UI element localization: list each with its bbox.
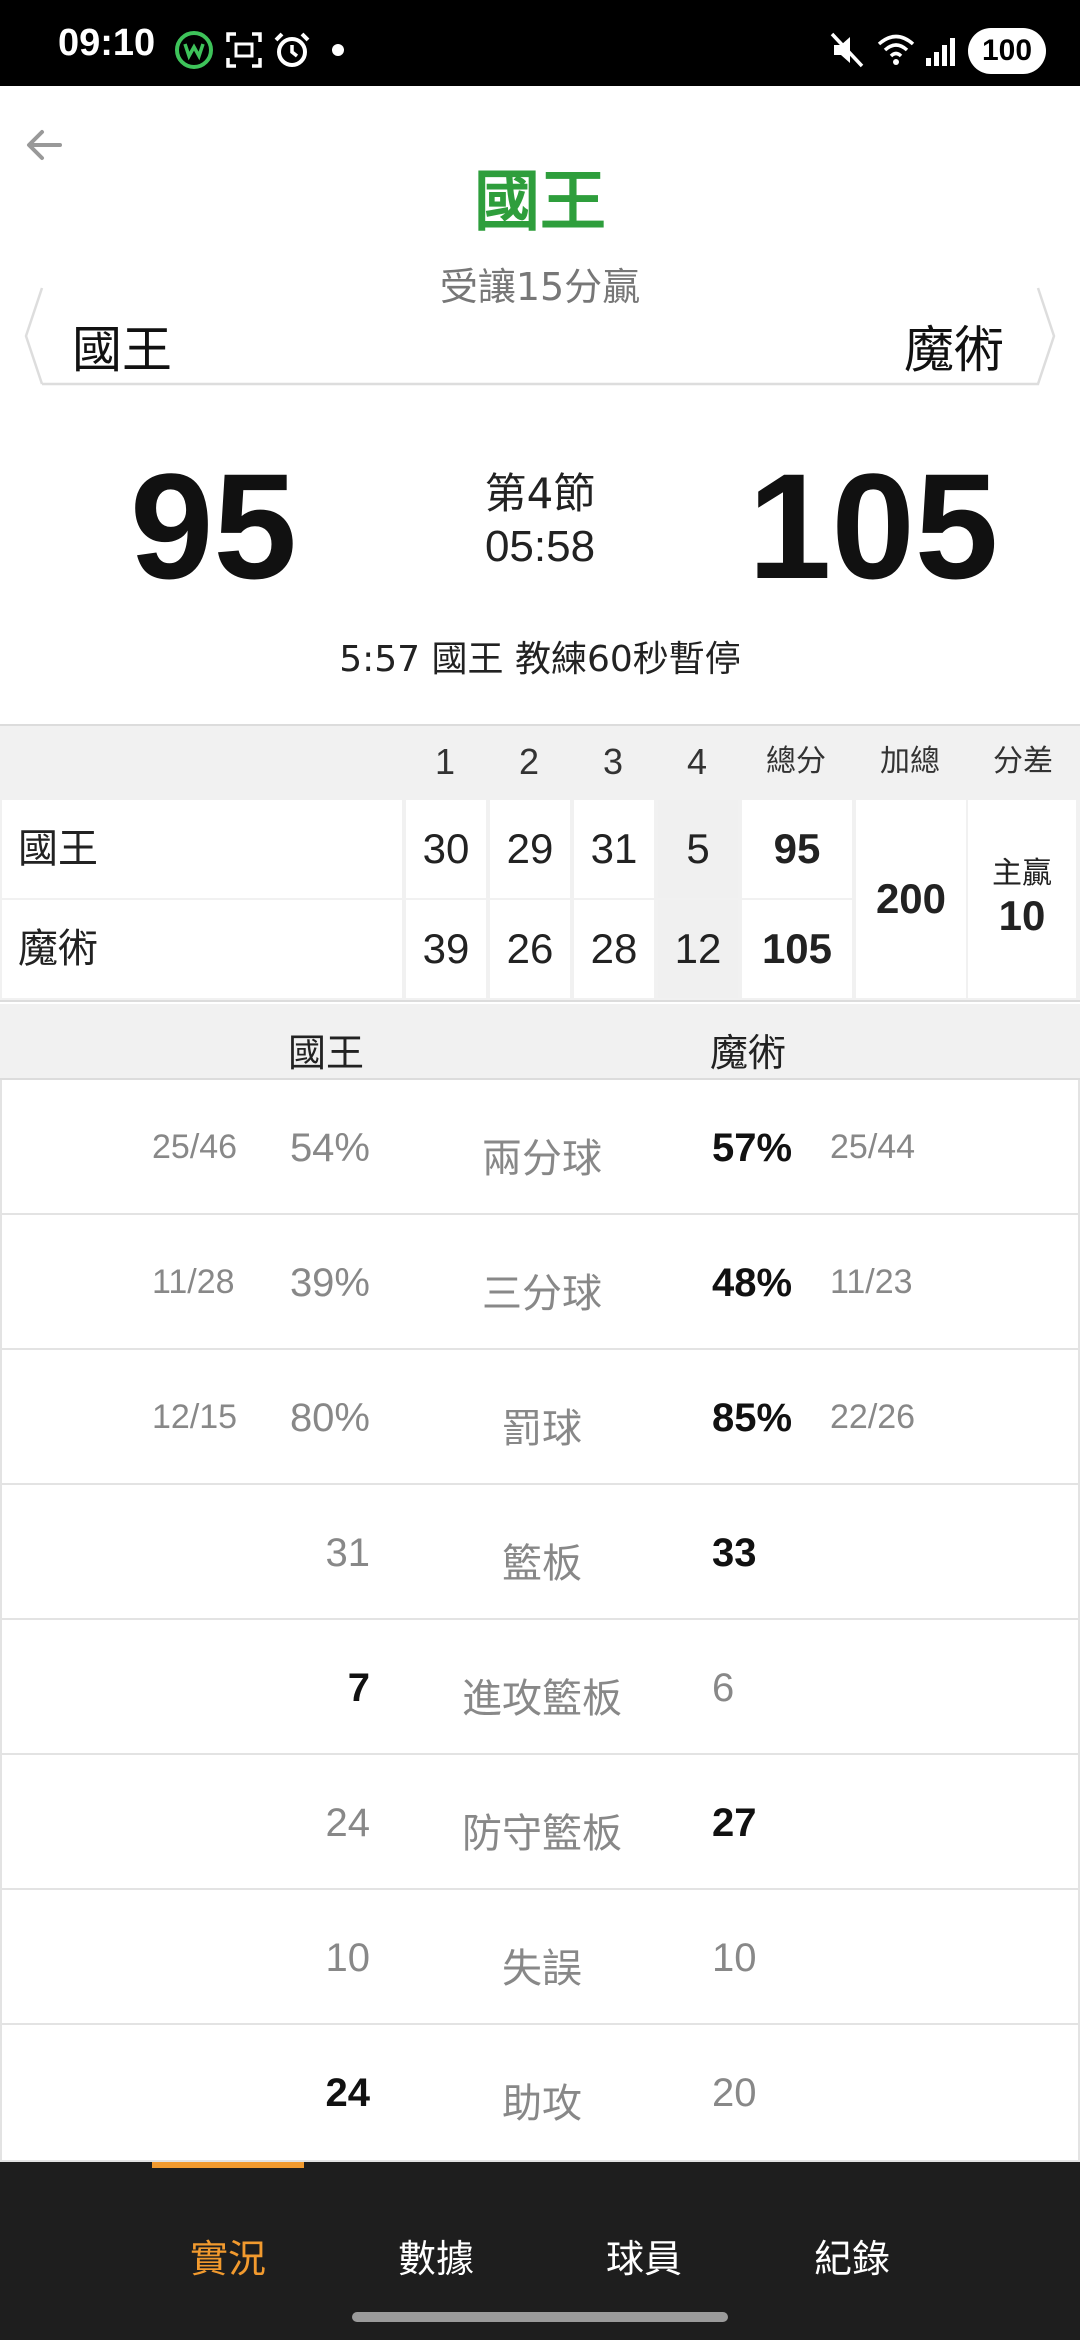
home-gesture-bar[interactable] [352, 2312, 728, 2322]
status-bar: 09:10 100 [0, 0, 1080, 86]
stat-row: 12/15 80% 罰球 85% 22/26 [0, 1350, 1080, 1485]
header-total: 總分 [766, 744, 826, 779]
header-diff: 分差 [993, 744, 1053, 779]
stat-home-fraction: 25/46 [152, 1128, 238, 1166]
stat-label: 籃板 [502, 1541, 582, 1587]
away-q4: 12 [658, 900, 738, 998]
away-score: 105 [748, 442, 999, 610]
home-total: 95 [742, 800, 852, 898]
stat-away-value: 85% [712, 1396, 793, 1440]
stats-header: 國王 魔術 [0, 1004, 1080, 1080]
stat-away-value: 48% [712, 1261, 793, 1305]
stat-label: 三分球 [482, 1271, 602, 1317]
stat-away-value: 10 [712, 1936, 757, 1980]
home-q3: 31 [574, 800, 654, 898]
winner-label: 國王 [474, 163, 606, 240]
game-clock: 05:58 [484, 522, 596, 571]
notification-dot [332, 44, 344, 56]
stat-home-fraction: 12/15 [152, 1398, 238, 1436]
stat-away-value: 27 [712, 1801, 757, 1845]
sum-value: 200 [856, 800, 966, 998]
diff-cell: 主贏 10 [968, 800, 1076, 998]
stat-home-value: 24 [325, 1801, 371, 1845]
tab-live[interactable]: 實況 [138, 2228, 318, 2283]
away-q1: 39 [406, 900, 486, 998]
stat-away-value: 57% [712, 1126, 793, 1170]
stat-row: 10 失誤 10 [0, 1890, 1080, 2025]
stat-row: 7 進攻籃板 6 [0, 1620, 1080, 1755]
stat-label: 進攻籃板 [462, 1676, 622, 1722]
home-q1: 30 [406, 800, 486, 898]
stat-label: 失誤 [502, 1946, 582, 1992]
wifi-icon [877, 34, 915, 65]
stats-away-name: 魔術 [710, 1031, 787, 1075]
stat-away-fraction: 22/26 [830, 1398, 916, 1436]
stat-row: 24 助攻 20 [0, 2025, 1080, 2162]
status-time: 09:10 [58, 22, 156, 64]
row-home-team: 國王 [2, 800, 402, 898]
stat-away-fraction: 25/44 [830, 1128, 916, 1166]
latest-event: 5:57 國王 教練60秒暫停 [339, 639, 741, 680]
tab-stats[interactable]: 數據 [346, 2228, 526, 2283]
header-q1: 1 [434, 741, 456, 782]
screenshot-icon [226, 32, 262, 68]
header-q3: 3 [602, 741, 624, 782]
alarm-icon [274, 32, 310, 67]
diff-label: 主贏 [992, 856, 1052, 891]
header-q2: 2 [518, 741, 540, 782]
stat-home-value: 39% [289, 1261, 370, 1305]
game-period: 第4節 [484, 469, 596, 518]
stat-label: 罰球 [502, 1406, 582, 1452]
battery-level: 100 [968, 28, 1046, 74]
stat-home-value: 7 [347, 1666, 370, 1710]
home-q2: 29 [490, 800, 570, 898]
stat-away-value: 6 [712, 1666, 735, 1710]
stat-row: 25/46 54% 兩分球 57% 25/44 [0, 1080, 1080, 1215]
away-total: 105 [742, 900, 852, 998]
header-sum: 加總 [880, 744, 940, 779]
chat-app-icon [175, 31, 213, 69]
stat-home-value: 54% [289, 1126, 370, 1170]
stat-home-fraction: 11/28 [152, 1263, 235, 1301]
stat-away-value: 33 [712, 1531, 757, 1575]
stat-label: 防守籃板 [462, 1811, 622, 1857]
diff-value: 10 [998, 892, 1046, 939]
stat-home-value: 31 [325, 1531, 371, 1575]
stat-away-value: 20 [712, 2071, 757, 2115]
away-q3: 28 [574, 900, 654, 998]
stat-home-value: 10 [325, 1936, 371, 1980]
tab-players[interactable]: 球員 [554, 2228, 734, 2283]
home-team-name: 國王 [72, 321, 172, 379]
mute-icon [830, 32, 864, 68]
stat-row: 11/28 39% 三分球 48% 11/23 [0, 1215, 1080, 1350]
home-q4: 5 [658, 800, 738, 898]
stat-row: 24 防守籃板 27 [0, 1755, 1080, 1890]
away-team-name: 魔術 [904, 321, 1004, 379]
active-tab-indicator [152, 2162, 304, 2168]
row-away-team: 魔術 [2, 900, 402, 998]
teams-banner-frame [24, 287, 1056, 386]
stat-label: 兩分球 [482, 1136, 602, 1182]
stat-row: 31 籃板 33 [0, 1485, 1080, 1620]
stat-label: 助攻 [502, 2081, 582, 2127]
teams-banner: 國王 魔術 [24, 284, 1056, 388]
stat-away-fraction: 11/23 [830, 1263, 913, 1301]
header-q4: 4 [686, 741, 708, 782]
away-q2: 26 [490, 900, 570, 998]
home-score: 95 [130, 442, 297, 610]
stat-home-value: 24 [325, 2071, 371, 2115]
stats-home-name: 國王 [288, 1031, 365, 1075]
box-score-table: 1 2 3 4 總分 加總 分差 國王 30 29 31 5 95 魔術 39 … [0, 724, 1080, 1002]
tab-records[interactable]: 紀錄 [762, 2228, 942, 2283]
signal-icon [926, 38, 955, 66]
stat-home-value: 80% [289, 1396, 370, 1440]
